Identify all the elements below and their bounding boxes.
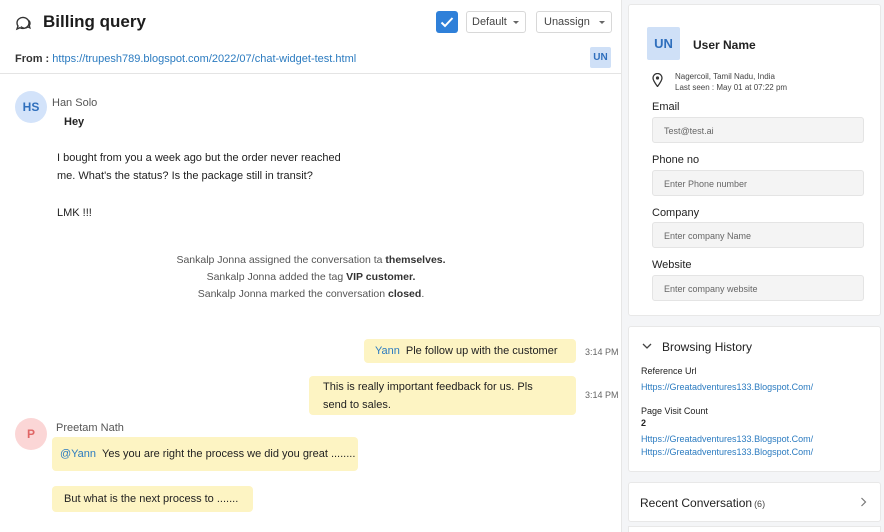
message-text: me. What's the status? Is the package st… xyxy=(57,170,313,182)
email-label: Email xyxy=(652,101,680,113)
message-text: Yes you are right the process we did you… xyxy=(102,448,356,460)
recent-conversation-card[interactable]: Recent Conversation (6) xyxy=(628,482,881,522)
chat-bubble-icon xyxy=(15,16,31,31)
location-pin-icon xyxy=(652,73,663,87)
company-field[interactable]: Enter company Name xyxy=(652,222,864,248)
assign-dropdown[interactable]: Unassign xyxy=(536,11,612,33)
visited-url-link[interactable]: Https://Greatadventures133.Blogspot.Com/ xyxy=(641,434,813,444)
browsing-history-title[interactable]: Browsing History xyxy=(662,340,752,354)
resolve-button[interactable] xyxy=(436,11,458,33)
check-icon xyxy=(440,17,454,28)
avatar: HS xyxy=(15,91,47,123)
browsing-history-card: Browsing History Reference Url Https://G… xyxy=(628,326,881,472)
system-event-emphasis: themselves. xyxy=(385,254,446,266)
from-line: From : https://trupesh789.blogspot.com/2… xyxy=(15,53,356,65)
user-name: User Name xyxy=(693,38,756,52)
message-text: Hey xyxy=(64,116,85,128)
reference-url-link[interactable]: Https://Greatadventures133.Blogspot.Com/ xyxy=(641,382,813,392)
caret-down-icon xyxy=(599,21,605,24)
chevron-right-icon xyxy=(861,497,867,507)
details-pane: UN User Name Nagercoil, Tamil Nadu, Indi… xyxy=(623,0,884,532)
sender-name: Han Solo xyxy=(52,97,98,109)
agent-message-bubble: Yann Ple follow up with the customer xyxy=(364,339,576,363)
page-visit-count-value: 2 xyxy=(641,418,647,428)
system-event-text: Sankalp Jonna marked the conversation xyxy=(197,288,389,300)
recent-conversation-title: Recent Conversation (6) xyxy=(640,496,765,510)
customer-message-bubble: But what is the next process to ....... xyxy=(52,486,253,512)
default-dropdown[interactable]: Default xyxy=(466,11,526,33)
visited-url-link[interactable]: Https://Greatadventures133.Blogspot.Com/ xyxy=(641,447,813,457)
conversation-header: Billing query Default Unassign From : ht… xyxy=(0,0,621,74)
system-event-text: Sankalp Jonna assigned the conversation … xyxy=(176,254,386,266)
phone-label: Phone no xyxy=(652,154,700,166)
system-event: Sankalp Jonna added the tag VIP customer… xyxy=(0,269,621,286)
user-badge[interactable]: UN xyxy=(590,47,611,68)
website-label: Website xyxy=(652,259,692,271)
email-field[interactable]: Test@test.ai xyxy=(652,117,864,143)
sender-name: Preetam Nath xyxy=(56,422,124,434)
recent-conversation-count: (6) xyxy=(754,499,766,509)
conversation-title: Billing query xyxy=(43,12,146,31)
message-time: 3:14 PM xyxy=(585,390,619,400)
message-time: 3:14 PM xyxy=(585,347,619,357)
message-text: But what is the next process to ....... xyxy=(64,493,239,505)
company-label: Company xyxy=(652,207,700,219)
system-event: Sankalp Jonna marked the conversation cl… xyxy=(0,286,621,303)
page-visit-count-label: Page Visit Count xyxy=(641,406,708,416)
message-text: I bought from you a week ago but the ord… xyxy=(57,152,341,164)
customer-message-bubble: @Yann Yes you are right the process we di… xyxy=(52,437,358,471)
caret-down-icon xyxy=(513,21,519,24)
mention[interactable]: Yann xyxy=(375,345,400,357)
next-card-edge xyxy=(628,526,881,532)
message-text: Ple follow up with the customer xyxy=(405,345,558,357)
system-event-text: . xyxy=(421,288,425,300)
avatar: UN xyxy=(647,27,680,60)
location-text: Nagercoil, Tamil Nadu, India xyxy=(675,72,775,81)
from-label: From : xyxy=(15,53,50,65)
chevron-down-icon[interactable] xyxy=(642,342,652,350)
assign-dropdown-label: Unassign xyxy=(544,16,590,28)
profile-card: UN User Name Nagercoil, Tamil Nadu, Indi… xyxy=(628,4,881,316)
system-event-emphasis: VIP customer. xyxy=(346,271,416,283)
system-event-emphasis: closed xyxy=(388,288,422,300)
message-text: LMK !!! xyxy=(57,207,92,219)
last-seen-text: Last seen : May 01 at 07:22 pm xyxy=(675,83,788,92)
mention[interactable]: @Yann xyxy=(60,448,96,460)
message-text: send to sales. xyxy=(323,399,391,411)
reference-url-label: Reference Url xyxy=(641,366,697,376)
agent-message-bubble: This is really important feedback for us… xyxy=(309,376,576,415)
system-event-text: Sankalp Jonna added the tag xyxy=(206,271,347,283)
system-event: Sankalp Jonna assigned the conversation … xyxy=(0,252,621,269)
conversation-pane: Billing query Default Unassign From : ht… xyxy=(0,0,622,532)
avatar: P xyxy=(15,418,47,450)
from-url-link[interactable]: https://trupesh789.blogspot.com/2022/07/… xyxy=(52,53,356,65)
phone-field[interactable]: Enter Phone number xyxy=(652,170,864,196)
message-text: This is really important feedback for us… xyxy=(323,381,533,393)
default-dropdown-label: Default xyxy=(472,16,507,28)
location-info: Nagercoil, Tamil Nadu, India Last seen :… xyxy=(675,71,787,93)
website-field[interactable]: Enter company website xyxy=(652,275,864,301)
recent-conversation-label: Recent Conversation xyxy=(640,496,753,510)
